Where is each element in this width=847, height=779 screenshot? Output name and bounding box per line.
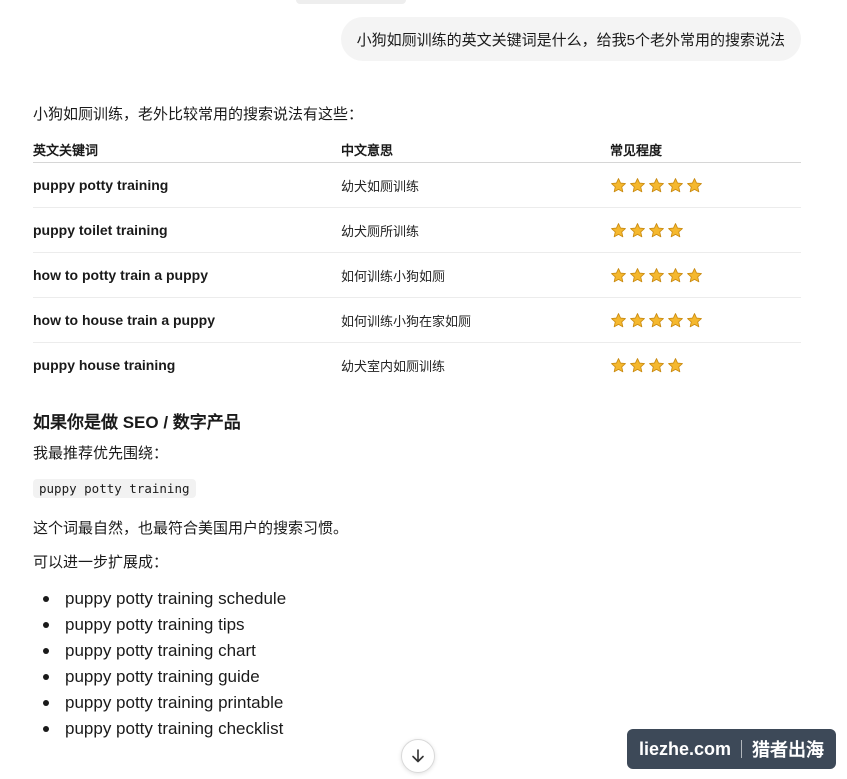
recommended-keyword-code: puppy potty training [33,479,196,498]
popularity-cell [610,162,801,208]
star-icon [649,312,664,327]
list-item: puppy potty training chart [43,638,801,664]
english-keyword-cell: how to potty train a puppy [33,252,341,298]
star-icon [611,177,626,192]
star-icon [630,312,645,327]
table-row: how to house train a puppy 如何训练小狗在家如厕 [33,297,801,343]
star-rating [610,357,801,374]
chinese-meaning-cell: 幼犬厕所训练 [341,207,610,253]
watermark-brand: 猎者出海 [752,740,824,760]
table-row: how to potty train a puppy 如何训练小狗如厕 [33,252,801,298]
table-row: puppy potty training 幼犬如厕训练 [33,162,801,208]
star-icon [687,177,702,192]
popularity-cell [610,252,801,298]
star-rating [610,222,801,239]
star-icon [649,222,664,237]
reply-intro: 小狗如厕训练，老外比较常用的搜索说法有这些： [33,106,364,123]
english-keyword-cell: puppy potty training [33,162,341,208]
header-popularity: 常见程度 [610,136,801,163]
chinese-meaning-cell: 如何训练小狗在家如厕 [341,297,610,343]
section-heading: 如果你是做 SEO / 数字产品 [33,413,241,432]
english-keyword-cell: puppy toilet training [33,207,341,253]
star-icon [668,177,683,192]
english-keyword-cell: how to house train a puppy [33,297,341,343]
star-icon [668,267,683,282]
expand-text: 可以进一步扩展成： [33,554,169,571]
star-rating [610,177,801,194]
chinese-meaning-cell: 如何训练小狗如厕 [341,252,610,298]
star-icon [611,222,626,237]
star-icon [668,312,683,327]
list-item: puppy potty training printable [43,690,801,716]
list-item: puppy potty training schedule [43,586,801,612]
watermark-badge: liezhe.com 猎者出海 [626,729,836,769]
popularity-cell [610,343,801,388]
star-rating [610,267,801,284]
header-english-keyword: 英文关键词 [33,136,341,163]
star-icon [687,312,702,327]
expansion-list: puppy potty training schedule puppy potty… [33,586,801,742]
keyword-table-body: puppy potty training 幼犬如厕训练 puppy toilet t… [33,162,801,388]
popularity-cell [610,207,801,253]
star-icon [649,357,664,372]
top-scroll-edge [296,0,406,4]
watermark-site: liezhe.com [638,738,731,759]
chat-page: 小狗如厕训练的英文关键词是什么，给我5个老外常用的搜索说法 小狗如厕训练，老外比… [0,0,847,779]
chinese-meaning-cell: 幼犬室内如厕训练 [341,358,446,374]
star-icon [668,357,683,372]
arrow-down-icon [412,749,424,763]
table-row: puppy house training 幼犬室内如厕训练 [33,343,801,388]
english-keyword-cell: puppy house training [33,357,176,373]
star-icon [649,267,664,282]
star-icon [649,177,664,192]
reason-text: 这个词最自然，也最符合美国用户的搜索习惯。 [33,520,349,537]
watermark-divider [741,740,742,758]
chinese-meaning-cell: 幼犬如厕训练 [341,162,610,208]
assistant-reply: 小狗如厕训练，老外比较常用的搜索说法有这些： 英文关键词 中文意思 常见程度 p… [33,104,801,742]
scroll-to-bottom-button[interactable] [401,739,435,773]
star-icon [611,267,626,282]
recommend-text: 我最推荐优先围绕： [33,445,169,462]
table-row: puppy toilet training 幼犬厕所训练 [33,207,801,253]
star-icon [630,222,645,237]
star-icon [611,357,626,372]
list-item: puppy potty training tips [43,612,801,638]
list-item: puppy potty training guide [43,664,801,690]
user-message-bubble: 小狗如厕训练的英文关键词是什么，给我5个老外常用的搜索说法 [340,17,801,61]
keyword-table: 英文关键词 中文意思 常见程度 puppy potty training 幼犬如厕… [33,136,801,387]
star-icon [630,357,645,372]
table-header-row: 英文关键词 中文意思 常见程度 [33,136,801,163]
header-chinese-meaning: 中文意思 [341,136,610,163]
popularity-cell [610,297,801,343]
star-icon [611,312,626,327]
star-icon [630,177,645,192]
user-message-text: 小狗如厕训练的英文关键词是什么，给我5个老外常用的搜索说法 [356,31,785,49]
star-rating [610,312,801,329]
star-icon [668,222,683,237]
star-icon [630,267,645,282]
star-icon [687,267,702,282]
